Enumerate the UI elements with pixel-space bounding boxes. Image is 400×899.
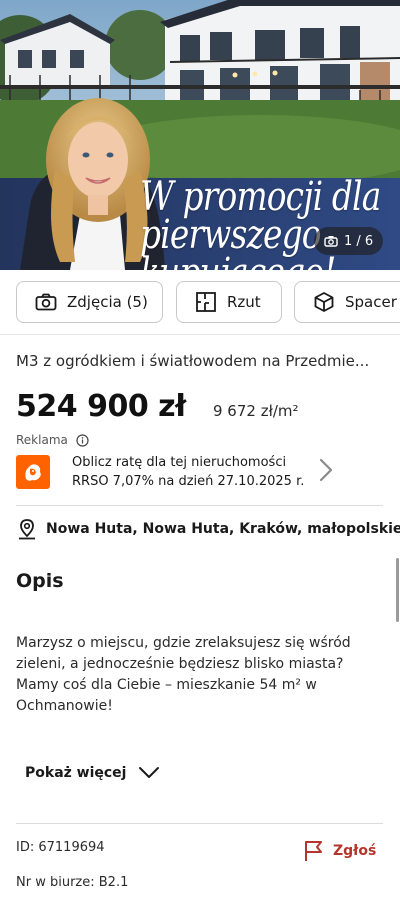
listing-title: M3 z ogródkiem i światłowodem na Przedmi… <box>16 352 370 370</box>
photo-counter-text: 1 / 6 <box>344 233 374 249</box>
show-more-button[interactable]: Pokaż więcej <box>25 765 160 781</box>
floorplan-button[interactable]: Rzut <box>176 281 282 323</box>
media-actions: Zdjęcia (5) Rzut Spacer w <box>16 281 400 323</box>
ing-logo <box>16 455 50 489</box>
ad-label: Reklama <box>16 433 89 447</box>
divider <box>16 505 383 506</box>
scrollbar[interactable] <box>396 558 399 622</box>
photo-counter[interactable]: 1 / 6 <box>314 227 384 255</box>
floorplan-button-label: Rzut <box>227 293 261 311</box>
cube-icon <box>314 292 334 312</box>
report-button[interactable]: Zgłoś <box>303 840 376 862</box>
ad-line-2: RRSO 7,07% na dzień 27.10.2025 r. <box>72 474 305 489</box>
price: 524 900 zł <box>16 389 186 424</box>
photos-button-label: Zdjęcia (5) <box>67 293 148 311</box>
ad-line-1: Oblicz ratę dla tej nieruchomości <box>72 455 287 470</box>
price-per-m2: 9 672 zł/m² <box>213 402 299 420</box>
listing-photo[interactable]: W promocji dla pierwszego kupującego! 1 … <box>0 0 400 270</box>
description-text: Marzysz o miejscu, gdzie zrelaksujesz si… <box>16 635 351 714</box>
photos-button[interactable]: Zdjęcia (5) <box>16 281 163 323</box>
flag-icon <box>305 841 322 861</box>
description-heading: Opis <box>16 570 64 592</box>
show-more-label: Pokaż więcej <box>25 765 127 781</box>
location[interactable]: Nowa Huta, Nowa Huta, Kraków, małopolski… <box>16 518 400 540</box>
camera-icon <box>324 236 338 247</box>
ad-text: Oblicz ratę dla tej nieruchomości RRSO 7… <box>72 453 304 491</box>
chevron-right-icon[interactable] <box>316 456 336 484</box>
ad-label-text: Reklama <box>16 433 68 447</box>
info-icon[interactable] <box>76 433 89 447</box>
listing-id: ID: 67119694 <box>16 840 105 855</box>
office-number: Nr w biurze: B2.1 <box>16 875 129 890</box>
virtual-tour-button[interactable]: Spacer w <box>294 281 400 323</box>
map-pin-icon <box>19 519 35 540</box>
location-text: Nowa Huta, Nowa Huta, Kraków, małopolski… <box>46 521 400 537</box>
divider <box>16 823 383 824</box>
lion-icon <box>25 464 41 481</box>
virtual-tour-button-label: Spacer w <box>345 293 400 311</box>
divider <box>0 334 400 335</box>
chevron-down-icon <box>139 767 160 778</box>
promo-line-3: kupującego! <box>140 253 380 270</box>
floorplan-icon <box>196 292 216 312</box>
promo-banner-text: W promocji dla pierwszego kupującego! <box>140 174 381 270</box>
report-label: Zgłoś <box>333 843 377 859</box>
camera-icon <box>35 293 57 311</box>
loan-calculator-ad[interactable]: Oblicz ratę dla tej nieruchomości RRSO 7… <box>16 450 338 494</box>
promo-line-1: W promocji dla <box>140 174 381 220</box>
